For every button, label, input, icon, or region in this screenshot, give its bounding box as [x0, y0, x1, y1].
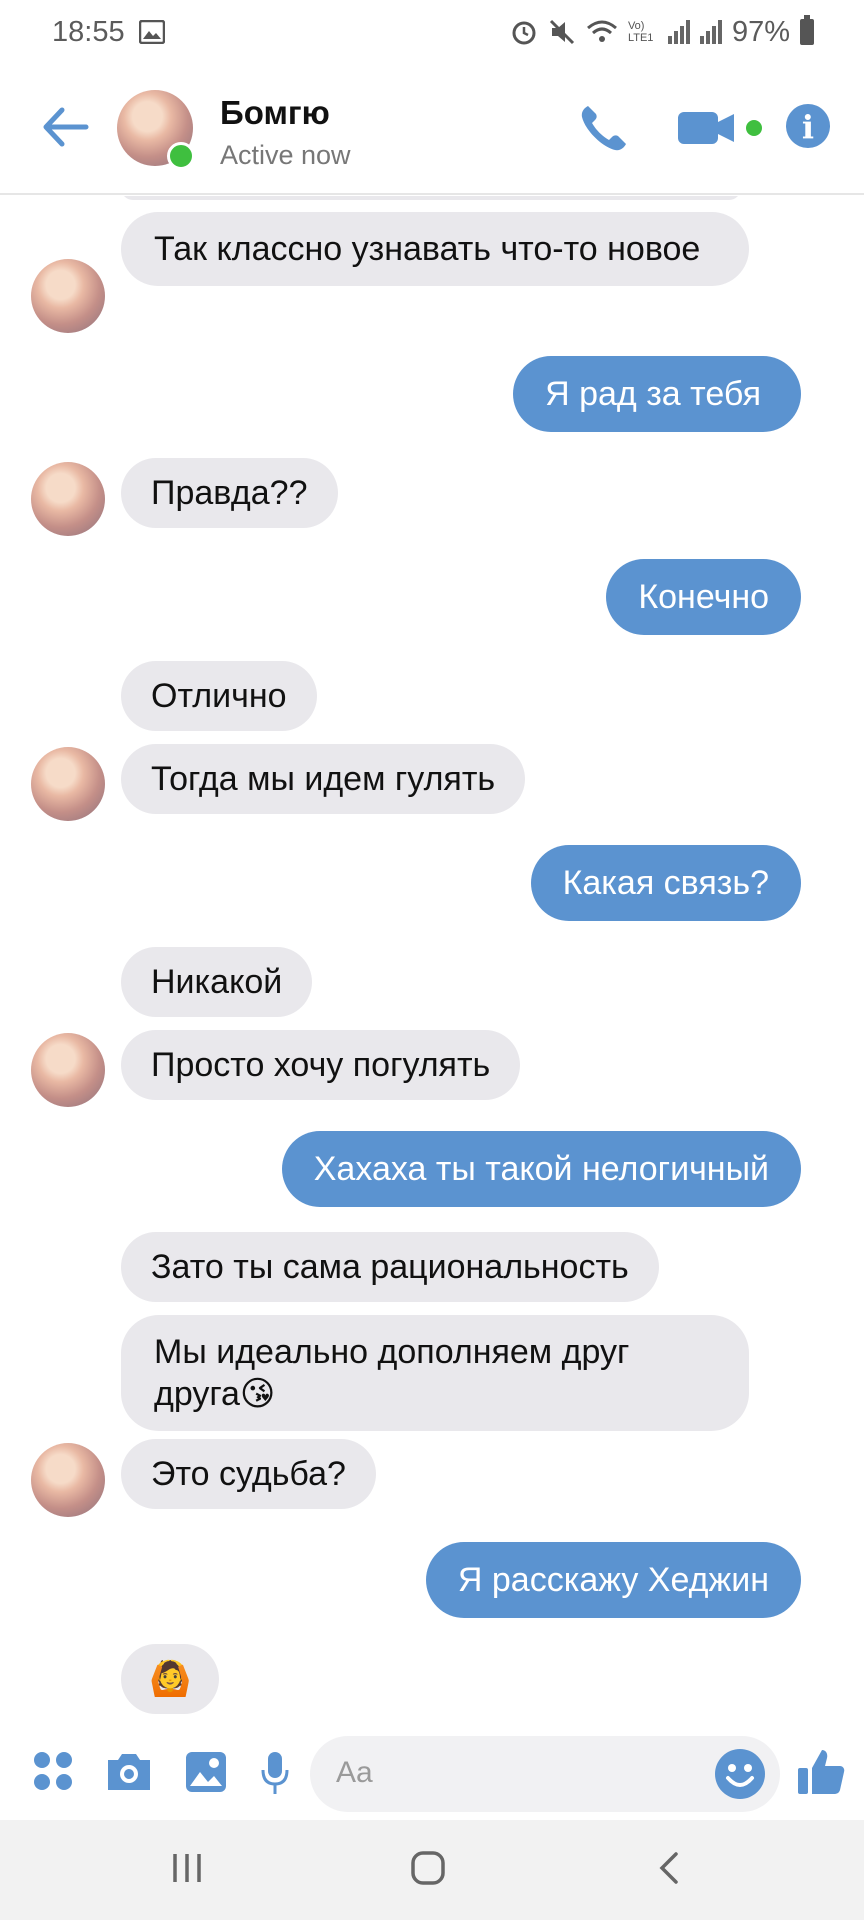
contact-name[interactable]: Бомгю [220, 94, 330, 132]
battery-icon [800, 15, 814, 45]
message-bubble-incoming[interactable] [121, 196, 741, 200]
message-input[interactable]: Aa [310, 1736, 780, 1812]
system-navigation-bar [0, 1820, 864, 1920]
avatar[interactable] [31, 1033, 105, 1107]
back-icon[interactable] [656, 1850, 684, 1886]
back-arrow-icon[interactable] [40, 102, 90, 152]
alarm-icon [512, 21, 536, 45]
message-input-placeholder: Aa [336, 1756, 373, 1789]
message-bubble-incoming[interactable]: Правда?? [121, 458, 338, 528]
message-bubble-incoming[interactable]: 🙆 [121, 1644, 220, 1714]
emoji-icon[interactable] [714, 1748, 766, 1800]
clock: 18:55 [52, 15, 125, 48]
gallery-icon[interactable] [184, 1750, 228, 1794]
mute-icon [549, 19, 575, 45]
avatar[interactable] [31, 747, 105, 821]
message-list[interactable]: Так классно узнавать что-то новое Я рад … [0, 196, 864, 1736]
camera-icon[interactable] [104, 1750, 154, 1794]
video-camera-icon[interactable] [676, 108, 766, 148]
message-bubble-incoming[interactable]: Это судьба? [121, 1439, 376, 1509]
message-bubble-incoming[interactable]: Так классно узнавать что-то новое [121, 212, 749, 286]
recents-icon[interactable] [170, 1850, 204, 1886]
avatar[interactable] [31, 462, 105, 536]
message-bubble-outgoing[interactable]: Я расскажу Хеджин [425, 1542, 801, 1618]
message-bubble-outgoing[interactable]: Хахаха ты такой нелогичный [281, 1131, 801, 1207]
message-composer: Aa [0, 1736, 864, 1820]
microphone-icon[interactable] [260, 1750, 290, 1796]
info-icon[interactable]: i [786, 104, 830, 148]
chat-header: Бомгю Active now i [0, 64, 864, 195]
battery-percent: 97% [731, 15, 790, 48]
message-bubble-incoming[interactable]: Тогда мы идем гулять [121, 744, 526, 814]
avatar[interactable] [31, 259, 105, 333]
signal-icon [667, 20, 690, 44]
message-bubble-incoming[interactable]: Отлично [121, 661, 317, 731]
signal-icon [699, 20, 722, 44]
message-bubble-incoming[interactable]: Просто хочу погулять [121, 1030, 521, 1100]
online-indicator [167, 142, 195, 170]
message-bubble-outgoing[interactable]: Я рад за тебя [513, 356, 801, 432]
avatar[interactable] [31, 1443, 105, 1517]
message-bubble-incoming[interactable]: Мы идеально дополняем друг друга😘 [121, 1315, 749, 1431]
apps-icon[interactable] [32, 1750, 74, 1792]
message-bubble-incoming[interactable]: Никакой [121, 947, 313, 1017]
message-bubble-outgoing[interactable]: Какая связь? [530, 845, 801, 921]
phone-icon[interactable] [578, 102, 630, 154]
status-bar: 18:55 Vo) LTE1 97% [0, 0, 864, 64]
network-label: Vo) LTE1 [627, 20, 654, 44]
contact-status: Active now [220, 140, 351, 170]
message-bubble-outgoing[interactable]: Конечно [606, 559, 801, 635]
image-notification-icon [138, 20, 165, 44]
message-bubble-incoming[interactable]: Зато ты сама рациональность [121, 1232, 659, 1302]
thumbs-up-icon[interactable] [796, 1746, 846, 1796]
wifi-icon [586, 20, 617, 42]
home-icon[interactable] [410, 1850, 446, 1886]
